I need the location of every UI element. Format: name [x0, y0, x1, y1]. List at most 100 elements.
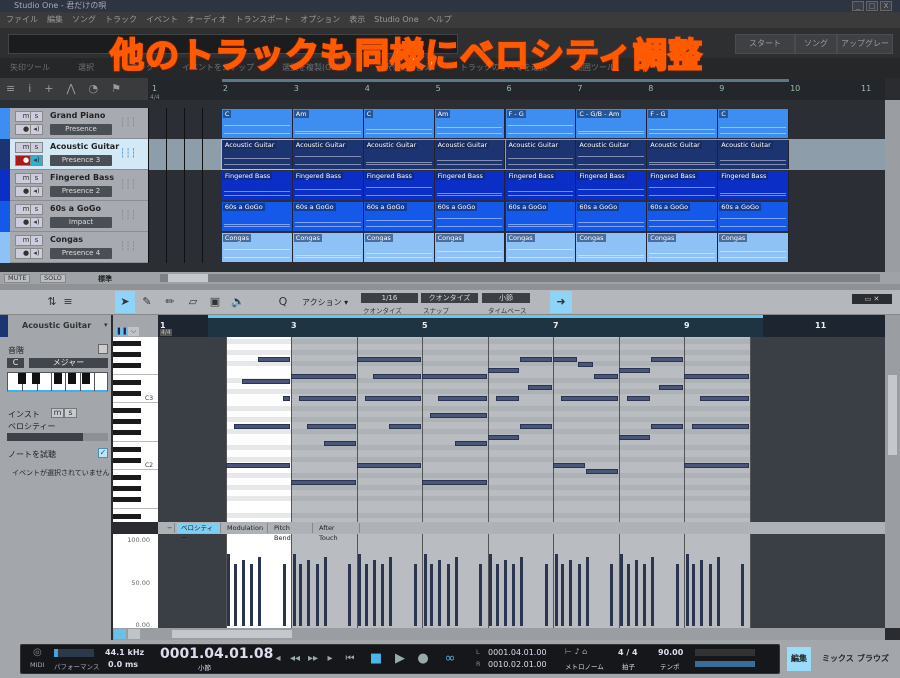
velocity-bar[interactable] — [489, 553, 493, 626]
automation-icon[interactable]: ⋀ — [67, 82, 76, 96]
arrange-vertical-scrollbar[interactable] — [885, 100, 900, 272]
snap-select[interactable]: クオンタイズ — [421, 293, 478, 303]
velocity-bar[interactable] — [381, 564, 385, 626]
monitor-button[interactable]: ◂) — [30, 155, 43, 166]
flag-icon[interactable]: ⚑ — [111, 82, 121, 96]
velocity-slider[interactable] — [7, 433, 108, 441]
left-locator[interactable]: 0001.04.01.00 — [488, 648, 547, 657]
midi-note[interactable] — [323, 440, 356, 446]
menu-item[interactable]: 表示 — [349, 12, 365, 28]
controller-tab[interactable]: Pitch Bend — [270, 523, 313, 542]
track-header[interactable]: m s ● ◂) Congas Presence 4 ┆┆┆ — [10, 232, 148, 263]
menu-item[interactable]: Studio One — [374, 12, 418, 28]
velocity-bar[interactable] — [675, 564, 679, 626]
monitor-button[interactable]: ◂) — [30, 248, 43, 259]
event-clip[interactable]: 60s a GoGo — [718, 202, 790, 231]
play-icon[interactable]: ▶ — [392, 651, 408, 667]
chevron-down-icon[interactable]: ▾ — [104, 321, 108, 329]
tempo-value[interactable]: 90.00 — [658, 648, 683, 657]
event-clip[interactable]: Fingered Bass — [363, 171, 435, 200]
midi-note[interactable] — [389, 424, 421, 429]
midi-note[interactable] — [618, 368, 651, 373]
mode-select[interactable]: メジャー — [29, 358, 108, 368]
instrument-button[interactable]: Presence 4 — [50, 248, 112, 259]
quantize-icon[interactable]: Q — [273, 291, 293, 313]
solo-button[interactable]: SOLO — [40, 274, 66, 283]
velocity-bar[interactable] — [643, 564, 647, 626]
event-clip[interactable]: C — [718, 109, 790, 138]
midi-note[interactable] — [553, 463, 585, 469]
controller-tab[interactable]: ベロシティー — [177, 523, 221, 542]
event-clip[interactable]: Fingered Bass — [434, 171, 506, 200]
event-clip[interactable]: Congas — [505, 233, 577, 262]
menu-item[interactable]: オーディオ — [187, 12, 226, 28]
midi-note[interactable] — [692, 424, 749, 429]
midi-note[interactable] — [495, 396, 520, 401]
midi-note[interactable] — [225, 463, 290, 469]
velocity-bar[interactable] — [634, 560, 638, 626]
minimize-button[interactable]: _ — [852, 1, 864, 11]
black-key[interactable] — [113, 486, 141, 492]
midi-note[interactable] — [364, 396, 421, 401]
track-header[interactable]: m s ● ◂) Grand Piano Presence ┆┆┆ — [10, 108, 148, 139]
loop-icon[interactable]: ∞ — [442, 651, 458, 667]
event-clip[interactable]: F - G — [647, 109, 719, 138]
editor-vertical-scrollbar[interactable] — [885, 315, 900, 628]
maximize-button[interactable]: □ — [866, 1, 878, 11]
timer-icon[interactable]: ◔ — [89, 82, 99, 96]
midi-note[interactable] — [454, 440, 487, 446]
midi-note[interactable] — [651, 356, 683, 362]
velocity-bar[interactable] — [577, 564, 581, 626]
black-key[interactable] — [113, 351, 141, 357]
midi-note[interactable] — [291, 373, 356, 379]
midi-note[interactable] — [372, 373, 421, 379]
event-clip[interactable]: 60s a GoGo — [505, 202, 577, 231]
solo-button[interactable]: s — [30, 173, 43, 184]
black-key[interactable] — [113, 379, 141, 385]
key-select[interactable]: C — [7, 358, 24, 368]
event-clip[interactable]: 60s a GoGo — [576, 202, 648, 231]
black-key[interactable] — [113, 390, 141, 396]
metronome-icon[interactable]: ⊢ ♪ ⌂ — [565, 647, 587, 656]
velocity-bar[interactable] — [372, 560, 376, 626]
velocity-bar[interactable] — [299, 564, 303, 626]
velocity-bar[interactable] — [423, 553, 427, 626]
event-clip[interactable]: 60s a GoGo — [221, 202, 293, 231]
black-key[interactable] — [113, 514, 141, 520]
velocity-bar[interactable] — [685, 553, 689, 626]
velocity-bar[interactable] — [454, 557, 458, 626]
velocity-bar[interactable] — [250, 564, 254, 626]
black-key[interactable] — [113, 362, 141, 368]
return-to-zero-icon[interactable]: ⏮ — [342, 651, 358, 667]
instrument-button[interactable]: Presence 3 — [50, 155, 112, 166]
event-clip[interactable]: Fingered Bass — [718, 171, 790, 200]
track-name[interactable]: 60s a GoGo — [50, 204, 101, 213]
menu-item[interactable]: トラック — [105, 12, 137, 28]
midi-note[interactable] — [422, 373, 487, 379]
song-button[interactable]: ソング — [795, 34, 837, 54]
monitor-button[interactable]: ◂) — [30, 217, 43, 228]
event-clip[interactable]: 60s a GoGo — [647, 202, 719, 231]
black-key[interactable] — [113, 340, 141, 346]
timebase-select[interactable]: 小節 — [482, 293, 530, 303]
midi-note[interactable] — [520, 424, 552, 429]
event-clip[interactable]: Congas — [363, 233, 435, 262]
midi-note[interactable] — [241, 379, 290, 385]
midi-note[interactable] — [577, 362, 593, 368]
add-track-icon[interactable]: + — [44, 82, 53, 96]
midi-note[interactable] — [356, 463, 421, 469]
velocity-bar[interactable] — [233, 564, 237, 626]
nudge-forward-icon[interactable]: ▸ — [322, 651, 338, 667]
menu-item[interactable]: トランスポート — [235, 12, 291, 28]
record-icon[interactable]: ● — [415, 651, 431, 667]
velocity-bar[interactable] — [626, 564, 630, 626]
black-key[interactable] — [113, 430, 141, 436]
velocity-bar[interactable] — [569, 560, 573, 626]
instrument-button[interactable]: Presence 2 — [50, 186, 112, 197]
velocity-bar[interactable] — [430, 564, 434, 626]
black-key[interactable] — [113, 497, 141, 503]
menu-item[interactable]: ヘルプ — [428, 12, 452, 28]
velocity-bar[interactable] — [708, 564, 712, 626]
velocity-bar[interactable] — [438, 560, 442, 626]
midi-note[interactable] — [299, 396, 356, 401]
